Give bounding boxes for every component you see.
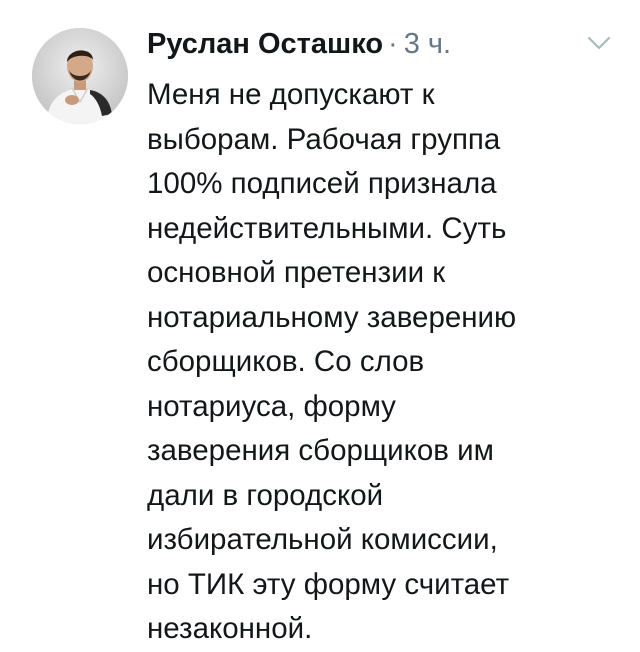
tweet-text-line: 100% подписей признала: [147, 167, 497, 200]
tweet-text-line: нотариальному заверению: [147, 300, 517, 334]
timestamp[interactable]: 3 ч.: [404, 28, 451, 61]
separator-dot: ·: [388, 28, 398, 60]
tweet-text-line: заверения сборщиков им: [147, 434, 494, 467]
tweet-header: Руслан Осташко · 3 ч.: [147, 28, 617, 68]
tweet-text-line: дали в городской: [147, 478, 384, 512]
avatar[interactable]: [32, 28, 128, 124]
author-name[interactable]: Руслан Осташко: [147, 28, 383, 61]
tweet-text-line: Меня не допускают к: [147, 78, 435, 111]
tweet-text-line: но ТИК эту форму считает: [147, 567, 510, 601]
user-avatar-icon: [32, 28, 128, 124]
tweet-text: Меня не допускают к выборам. Рабочая гру…: [147, 73, 617, 652]
tweet-text-line: нотариуса, форму: [147, 389, 396, 423]
tweet-text-line: избирательной комиссии,: [147, 523, 498, 556]
tweet-text-line: выборам. Рабочая группа: [147, 122, 501, 156]
tweet-card[interactable]: Руслан Осташко · 3 ч. Меня не допускают …: [0, 0, 640, 645]
tweet-text-line: основной претензии к: [147, 256, 446, 289]
tweet-text-line: недействительными. Суть: [147, 211, 507, 245]
tweet-text-line: сборщиков. Со слов: [147, 345, 425, 378]
tweet-text-line: незаконной.: [147, 612, 313, 645]
chevron-down-icon[interactable]: [587, 34, 611, 52]
